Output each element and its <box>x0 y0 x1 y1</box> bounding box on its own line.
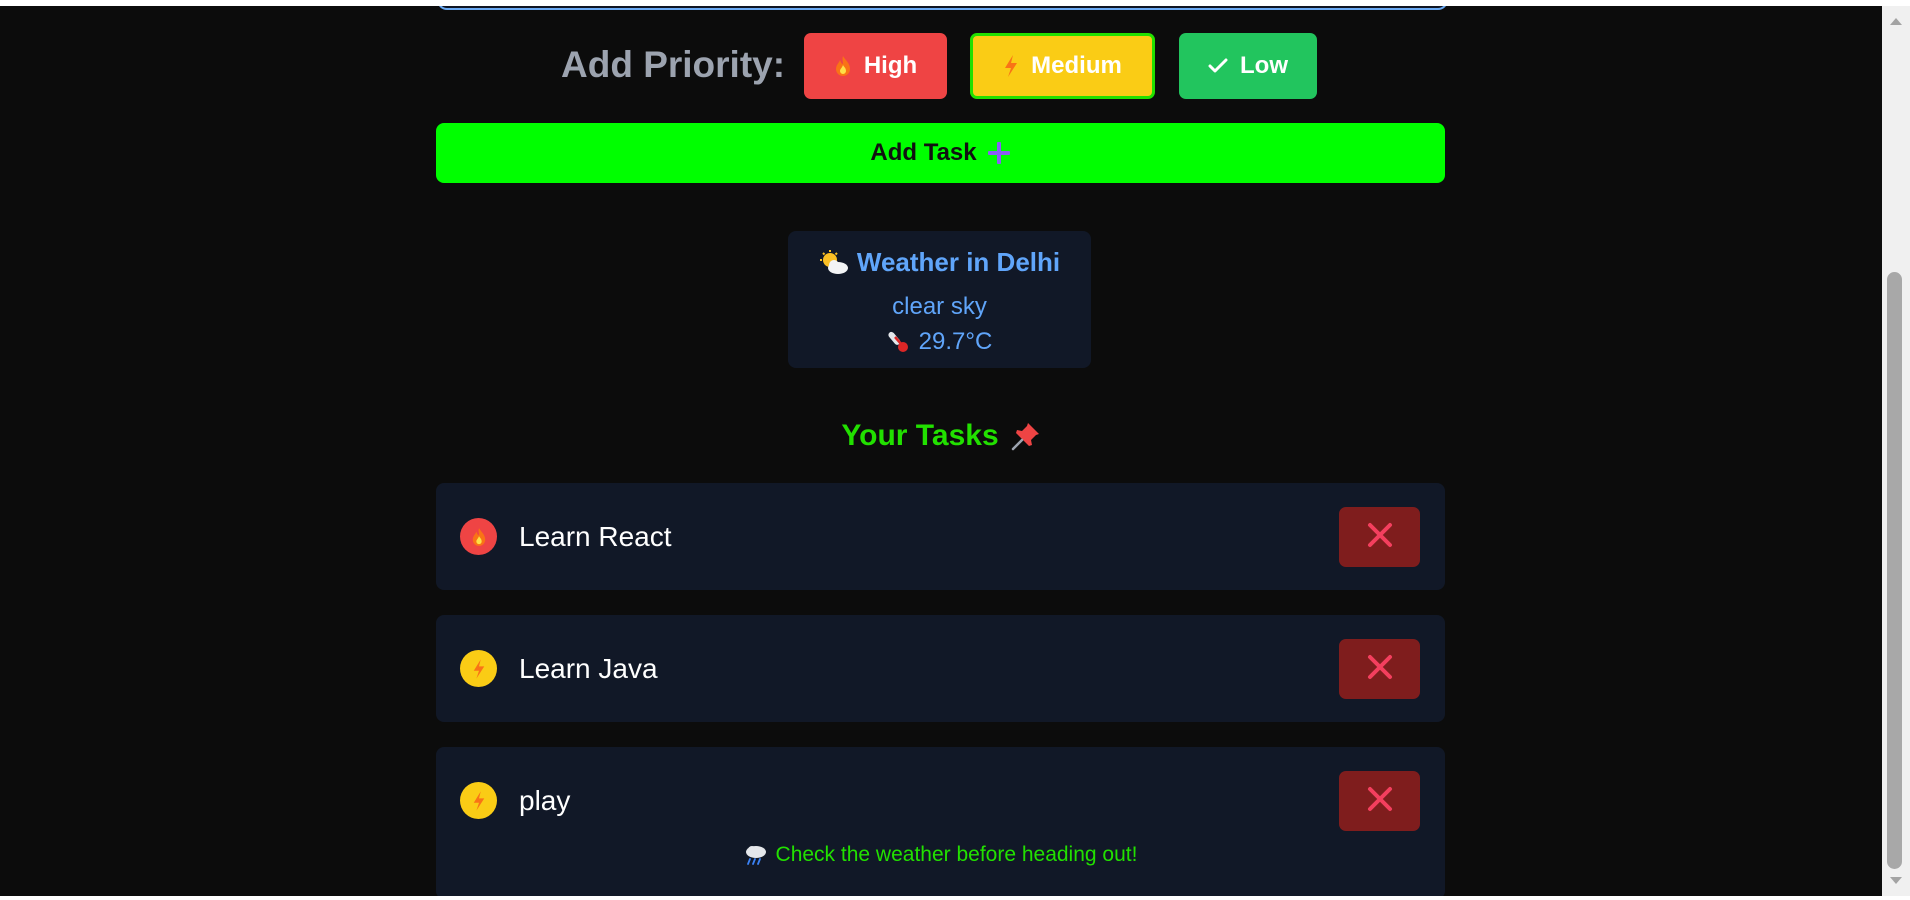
sun-behind-cloud-icon <box>819 249 849 276</box>
lightning-icon <box>460 782 497 819</box>
task-item: play Check the weather before heading ou… <box>436 747 1445 896</box>
pushpin-icon <box>1011 421 1041 451</box>
scroll-down-arrow-icon[interactable] <box>1887 872 1905 890</box>
priority-selector: Add Priority: High Medium Low <box>0 33 1882 99</box>
lightning-icon <box>460 650 497 687</box>
task-name: Learn Java <box>519 653 658 684</box>
tasks-heading: Your Tasks <box>0 419 1882 453</box>
priority-medium-label: Medium <box>1031 52 1122 79</box>
fire-icon <box>460 518 497 555</box>
task-input-field[interactable] <box>437 6 1448 10</box>
check-icon <box>1208 58 1228 74</box>
weather-card: Weather in Delhi clear sky 29.7°C <box>788 231 1091 368</box>
weather-title: Weather in Delhi <box>856 247 1061 277</box>
weather-description: clear sky <box>892 293 987 320</box>
priority-label: Add Priority: <box>561 44 786 85</box>
add-task-button[interactable]: Add Task <box>436 123 1445 183</box>
priority-high-label: High <box>863 52 918 79</box>
task-name: play <box>519 785 571 816</box>
vertical-scrollbar[interactable] <box>1882 6 1910 896</box>
task-weather-tip-text: Check the weather before heading out! <box>775 843 1138 866</box>
close-icon <box>1367 654 1393 685</box>
thermometer-icon <box>887 330 911 354</box>
tasks-heading-label: Your Tasks <box>841 419 999 452</box>
weather-temperature: 29.7°C <box>918 328 993 355</box>
task-item: Learn React <box>436 483 1445 590</box>
task-item: Learn Java <box>436 615 1445 722</box>
scroll-up-arrow-icon[interactable] <box>1887 12 1905 30</box>
priority-medium-button[interactable]: Medium <box>970 33 1155 99</box>
priority-high-button[interactable]: High <box>804 33 947 99</box>
delete-task-button[interactable] <box>1339 507 1420 567</box>
rain-cloud-icon <box>744 844 768 866</box>
plus-icon <box>987 141 1011 165</box>
close-icon <box>1367 522 1393 553</box>
delete-task-button[interactable] <box>1339 639 1420 699</box>
delete-task-button[interactable] <box>1339 771 1420 831</box>
weather-temperature-row: 29.7°C <box>788 328 1091 356</box>
close-icon <box>1367 786 1393 817</box>
scrollbar-thumb[interactable] <box>1887 272 1902 869</box>
weather-title-row: Weather in Delhi <box>788 247 1091 278</box>
lightning-icon <box>1003 54 1019 78</box>
task-name: Learn React <box>519 521 672 552</box>
priority-low-button[interactable]: Low <box>1179 33 1317 99</box>
add-task-label: Add Task <box>870 139 977 166</box>
task-weather-tip: Check the weather before heading out! <box>436 843 1445 867</box>
fire-icon <box>834 55 852 77</box>
priority-low-label: Low <box>1240 52 1288 79</box>
app-viewport: Add Priority: High Medium Low Add Task W… <box>0 6 1882 896</box>
